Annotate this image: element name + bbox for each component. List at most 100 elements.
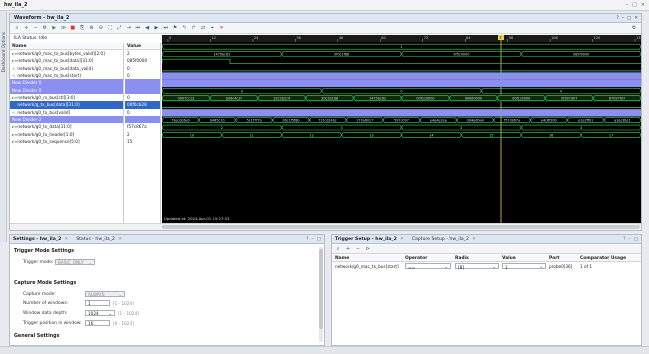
signal-row[interactable]: ▸≡ network/g0_mac_tx_bus[data][31:0]: [10, 57, 123, 64]
export-icon[interactable]: ⎘: [79, 25, 85, 31]
delete-icon[interactable]: ✕: [219, 25, 225, 31]
search-icon[interactable]: ⌕: [335, 246, 341, 252]
run-immediate-icon[interactable]: ≫: [60, 25, 66, 31]
add-marker-icon[interactable]: ⚑: [172, 25, 178, 31]
tab-trigger-setup[interactable]: Trigger Setup - hw_ila_2 ✕: [335, 237, 404, 242]
minimize-icon[interactable]: –: [628, 237, 630, 242]
dashboard-options-tab[interactable]: Dashboard Options: [0, 12, 7, 242]
close-icon[interactable]: ✕: [634, 16, 638, 21]
value-column-header[interactable]: Value: [125, 43, 160, 50]
remove-probe-icon[interactable]: −: [355, 246, 361, 252]
maximize-icon[interactable]: □: [634, 237, 638, 242]
window-depth-select[interactable]: 1024 ⌄: [85, 310, 115, 316]
signal-row[interactable]: ∿ network/g0_mac_tx_bus[start]: [10, 72, 123, 79]
scrollbar-thumb[interactable]: [162, 225, 640, 229]
signal-row[interactable]: ▸≡ network/g0_tx_sequence[5:0]: [10, 138, 123, 145]
signal-row[interactable]: ∿ network/g0_tx_bus[valid]: [10, 109, 123, 116]
signal-row[interactable]: ▸≡ network/g0_rx_bus[ctl][3:0]: [10, 94, 123, 101]
swap-cursors-icon[interactable]: ⇄: [200, 25, 206, 31]
divider-row[interactable]: New Divider 2: [10, 116, 123, 124]
waveform-canvas[interactable]: 01224364860728496108120132T21475bc620f0c…: [162, 35, 641, 223]
go-to-time-icon[interactable]: ⇥: [126, 25, 132, 31]
col-value[interactable]: Value: [502, 256, 516, 261]
zoom-fit-icon[interactable]: ⛶: [107, 25, 113, 31]
signal-row[interactable]: ▸≡ network/g_tx_bus[data][31:0]: [10, 101, 123, 109]
run-trigger-icon[interactable]: ▶: [51, 25, 57, 31]
remove-icon[interactable]: −: [33, 25, 39, 31]
next-marker-icon[interactable]: ↱: [191, 25, 197, 31]
scrollbar-thumb[interactable]: [319, 249, 323, 329]
signal-row[interactable]: ▸≡ network/g0_mac_tx_bus[bytes_valid][2:…: [10, 50, 123, 57]
col-radix[interactable]: Radix: [455, 256, 469, 261]
horizontal-scrollbar[interactable]: [10, 223, 641, 230]
stop-icon[interactable]: ■: [70, 25, 76, 31]
help-icon[interactable]: ?: [623, 237, 625, 242]
add-icon[interactable]: +: [23, 25, 29, 31]
zoom-out-icon[interactable]: ⊖: [98, 25, 104, 31]
close-icon[interactable]: ✕: [400, 237, 404, 242]
trigger-position-range: [0 - 1023]: [113, 321, 134, 326]
tab-capture-setup[interactable]: Capture Setup - hw_ila_2 ✕: [412, 237, 476, 242]
vertical-scrollbar[interactable]: [319, 247, 323, 342]
tab-status[interactable]: Status - hw_ila_2 ✕: [76, 237, 122, 242]
signal-row[interactable]: ▸≡ network/g0_tx_data[31:0]: [10, 123, 123, 130]
divider-band: [162, 72, 641, 80]
options-icon[interactable]: ⚙: [631, 25, 637, 31]
status-bar: [0, 346, 649, 354]
prev-edge-icon[interactable]: ◀: [144, 25, 150, 31]
zoom-in-icon[interactable]: ⊕: [88, 25, 94, 31]
close-icon[interactable]: ✕: [641, 2, 645, 8]
close-icon[interactable]: ✕: [118, 237, 122, 242]
num-windows-input[interactable]: 1: [85, 300, 110, 306]
bus-value: f57c867a: [504, 119, 520, 123]
prev-marker-icon[interactable]: ↰: [181, 25, 187, 31]
bus-value: 73ecdc6e0: [171, 119, 190, 123]
signal-value: 2: [127, 131, 130, 137]
zoom-cursor-icon[interactable]: ⤢: [116, 25, 122, 31]
minimize-icon[interactable]: –: [626, 2, 629, 8]
next-edge-icon[interactable]: ▶: [153, 25, 159, 31]
name-column-header[interactable]: Name: [10, 43, 123, 50]
search-icon[interactable]: ⌕: [14, 25, 20, 31]
maximize-icon[interactable]: □: [627, 16, 631, 21]
divider-row[interactable]: New Divider 0: [10, 86, 123, 95]
snap-icon[interactable]: ⌖: [209, 25, 215, 31]
minimize-icon[interactable]: –: [311, 237, 313, 242]
minimize-icon[interactable]: –: [622, 16, 624, 21]
trigger-mode-label: Trigger mode:: [23, 260, 54, 265]
table-row[interactable]: network/g0_mac_tx_bus[start] == ⌄ [B] ⌄ 1 ⌄…: [332, 263, 641, 270]
col-comparator-usage[interactable]: Comparator Usage: [580, 256, 626, 261]
trigger-setup-panel: Trigger Setup - hw_ila_2 ✕ Capture Setup …: [331, 234, 642, 346]
condition-icon[interactable]: ⊳: [365, 246, 371, 252]
last-icon[interactable]: ⏭: [163, 25, 169, 31]
capture-mode-select[interactable]: ALWAYS ⌄: [85, 291, 125, 297]
close-icon[interactable]: ✕: [64, 237, 68, 242]
settings-icon[interactable]: ⚙: [42, 25, 48, 31]
bus-value: 1475bc62: [213, 53, 230, 57]
maximize-icon[interactable]: □: [317, 237, 321, 242]
operator-select[interactable]: == ⌄: [405, 263, 451, 270]
maximize-icon[interactable]: □: [632, 2, 637, 8]
bus-value: 177a6017: [356, 119, 373, 123]
radix-select[interactable]: [B] ⌄: [455, 263, 499, 270]
close-icon[interactable]: ✕: [472, 237, 476, 242]
add-probe-icon[interactable]: +: [345, 246, 351, 252]
signal-value: 00f0cb28: [125, 101, 160, 109]
tab-settings[interactable]: Settings - hw_ila_2 ✕: [13, 237, 68, 242]
signal-row[interactable]: ▸≡ network/g0_tx_header[1:0]: [10, 131, 123, 138]
col-name[interactable]: Name: [335, 256, 349, 261]
first-icon[interactable]: ⏮: [135, 25, 141, 31]
tab-trigger-setup-label: Trigger Setup - hw_ila_2: [335, 236, 397, 242]
bus-value: 32c2b1c4: [273, 97, 290, 101]
trigger-position-input[interactable]: 16: [85, 320, 110, 326]
bus-value: 5c1f7f7b: [247, 119, 262, 123]
help-icon[interactable]: ?: [306, 237, 308, 242]
value-input[interactable]: 1 ⌄: [502, 263, 546, 270]
divider-row[interactable]: New Divider 0: [10, 79, 123, 87]
help-icon[interactable]: ?: [616, 16, 618, 21]
col-port[interactable]: Port: [549, 256, 560, 261]
bus-value: 15: [489, 133, 493, 137]
signal-row[interactable]: ∿ network/g0_mac_tx_bus[data_valid]: [10, 65, 123, 72]
col-operator[interactable]: Operator: [405, 256, 427, 261]
trigger-mode-select[interactable]: BASIC_ONLY ⌄: [55, 259, 95, 265]
